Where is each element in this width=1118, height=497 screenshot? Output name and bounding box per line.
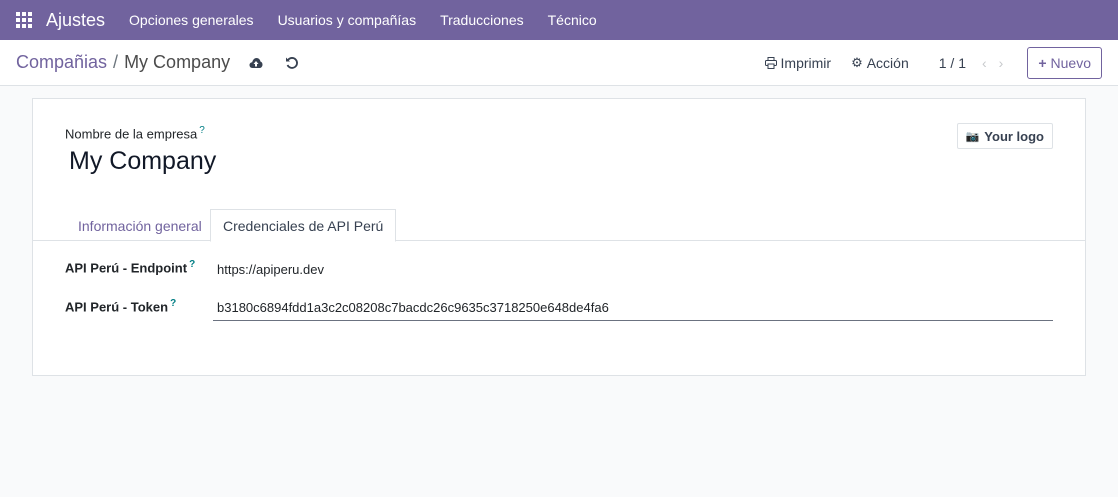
undo-icon[interactable] <box>282 53 302 73</box>
tab-informacion-general[interactable]: Información general <box>66 209 214 242</box>
camera-icon: 📷 <box>965 130 980 143</box>
action-label: Acción <box>866 54 909 71</box>
company-name-label: Nombre de la empresa? <box>65 125 205 141</box>
token-label: API Perú - Token? <box>65 298 176 314</box>
breadcrumb-current: My Company <box>124 52 231 72</box>
logo-label: Your logo <box>984 128 1044 144</box>
pager-value[interactable]: 1 / 1 <box>939 55 966 71</box>
chevron-left-icon[interactable]: ‹ <box>982 55 987 71</box>
cloud-upload-icon[interactable] <box>246 53 266 73</box>
form-sheet: Nombre de la empresa? My Company 📷 Your … <box>32 98 1086 376</box>
breadcrumb: Compañias / My Company <box>16 52 230 73</box>
print-label: Imprimir <box>780 54 832 71</box>
help-icon[interactable]: ? <box>170 298 176 309</box>
token-input[interactable] <box>213 295 1053 321</box>
control-panel: Compañias / My Company Imprimir ⚙ Acción… <box>0 40 1118 86</box>
chevron-right-icon[interactable]: › <box>999 55 1004 71</box>
pager-arrows: ‹ › <box>982 55 1003 71</box>
nav-item-tecnico[interactable]: Técnico <box>548 12 597 28</box>
endpoint-label-text: API Perú - Endpoint <box>65 260 188 276</box>
endpoint-label: API Perú - Endpoint? <box>65 259 195 275</box>
gear-icon: ⚙ <box>851 54 863 70</box>
new-label: Nuevo <box>1050 54 1091 71</box>
logo-upload-button[interactable]: 📷 Your logo <box>956 123 1053 149</box>
token-label-text: API Perú - Token <box>65 299 169 315</box>
new-button[interactable]: + Nuevo <box>1027 46 1102 79</box>
print-icon <box>764 56 777 69</box>
breadcrumb-separator: / <box>113 52 119 72</box>
tab-credenciales-api-peru[interactable]: Credenciales de API Perú <box>210 209 397 242</box>
help-icon[interactable]: ? <box>199 125 205 136</box>
print-button[interactable]: Imprimir <box>764 54 832 71</box>
action-button[interactable]: ⚙ Acción <box>851 55 909 71</box>
endpoint-value[interactable]: https://apiperu.dev <box>217 262 324 277</box>
top-navbar: Ajustes Opciones generales Usuarios y co… <box>0 0 1118 40</box>
help-icon[interactable]: ? <box>189 259 195 270</box>
breadcrumb-parent[interactable]: Compañias <box>16 52 107 73</box>
nav-item-traducciones[interactable]: Traducciones <box>440 12 524 28</box>
control-panel-actions: Imprimir ⚙ Acción 1 / 1 ‹ › + Nuevo <box>745 46 1102 79</box>
app-brand[interactable]: Ajustes <box>46 10 105 31</box>
nav-item-opciones-generales[interactable]: Opciones generales <box>129 12 254 28</box>
company-name-field[interactable]: My Company <box>69 147 216 176</box>
apps-grid-icon[interactable] <box>16 12 32 28</box>
company-name-label-text: Nombre de la empresa <box>65 126 198 142</box>
plus-icon: + <box>1038 54 1047 71</box>
nav-item-usuarios-companias[interactable]: Usuarios y compañías <box>278 12 417 28</box>
form-tabs: Información general Credenciales de API … <box>33 209 1085 242</box>
